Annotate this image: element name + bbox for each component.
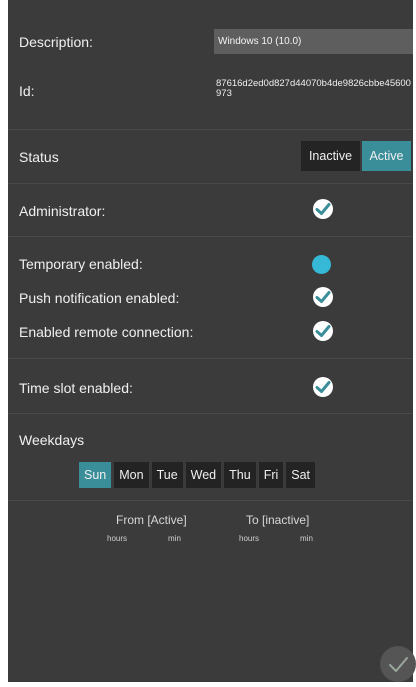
status-inactive-button[interactable]: Inactive: [301, 141, 360, 171]
to-label: To [inactive]: [246, 513, 310, 527]
save-check-icon: [389, 657, 408, 672]
administrator-check-icon[interactable]: [312, 198, 334, 220]
weekdays-label: Weekdays: [19, 432, 85, 448]
weekday-selector: Sun Mon Tue Wed Thu Fri Sat: [79, 462, 316, 488]
time-slot-check-icon[interactable]: [312, 376, 334, 398]
divider: [8, 500, 413, 501]
weekday-tue[interactable]: Tue: [151, 462, 183, 488]
weekday-mon[interactable]: Mon: [114, 462, 149, 488]
weekday-fri[interactable]: Fri: [258, 462, 284, 488]
divider: [8, 129, 413, 130]
from-label: From [Active]: [116, 513, 187, 527]
weekday-wed[interactable]: Wed: [185, 462, 222, 488]
id-value: 87616d2ed0d827d44070b4de9826cbbe45600973: [216, 78, 411, 99]
id-label: Id:: [19, 83, 35, 99]
weekday-thu[interactable]: Thu: [224, 462, 256, 488]
temporary-toggle-dot[interactable]: [312, 255, 331, 274]
remote-connection-label: Enabled remote connection:: [19, 324, 194, 340]
push-notification-label: Push notification enabled:: [19, 290, 180, 306]
temporary-enabled-label: Temporary enabled:: [19, 256, 143, 272]
description-label: Description:: [19, 34, 93, 50]
divider: [8, 413, 413, 414]
divider: [8, 236, 413, 237]
to-hours-label[interactable]: hours: [239, 534, 259, 543]
divider: [8, 183, 413, 184]
app-frame: Description: Windows 10 (10.0) Id: 87616…: [8, 0, 416, 682]
time-slot-label: Time slot enabled:: [19, 380, 133, 396]
to-min-label[interactable]: min: [300, 534, 313, 543]
administrator-label: Administrator:: [19, 203, 106, 219]
status-active-button[interactable]: Active: [362, 141, 411, 171]
from-hours-label[interactable]: hours: [107, 534, 127, 543]
weekday-sat[interactable]: Sat: [286, 462, 316, 488]
weekday-sun[interactable]: Sun: [79, 462, 112, 488]
push-notification-check-icon[interactable]: [312, 286, 334, 308]
remote-connection-check-icon[interactable]: [312, 320, 334, 342]
status-label: Status: [19, 149, 59, 165]
description-field[interactable]: Windows 10 (10.0): [214, 29, 413, 54]
from-min-label[interactable]: min: [168, 534, 181, 543]
save-button[interactable]: [380, 646, 416, 682]
divider: [8, 358, 413, 359]
